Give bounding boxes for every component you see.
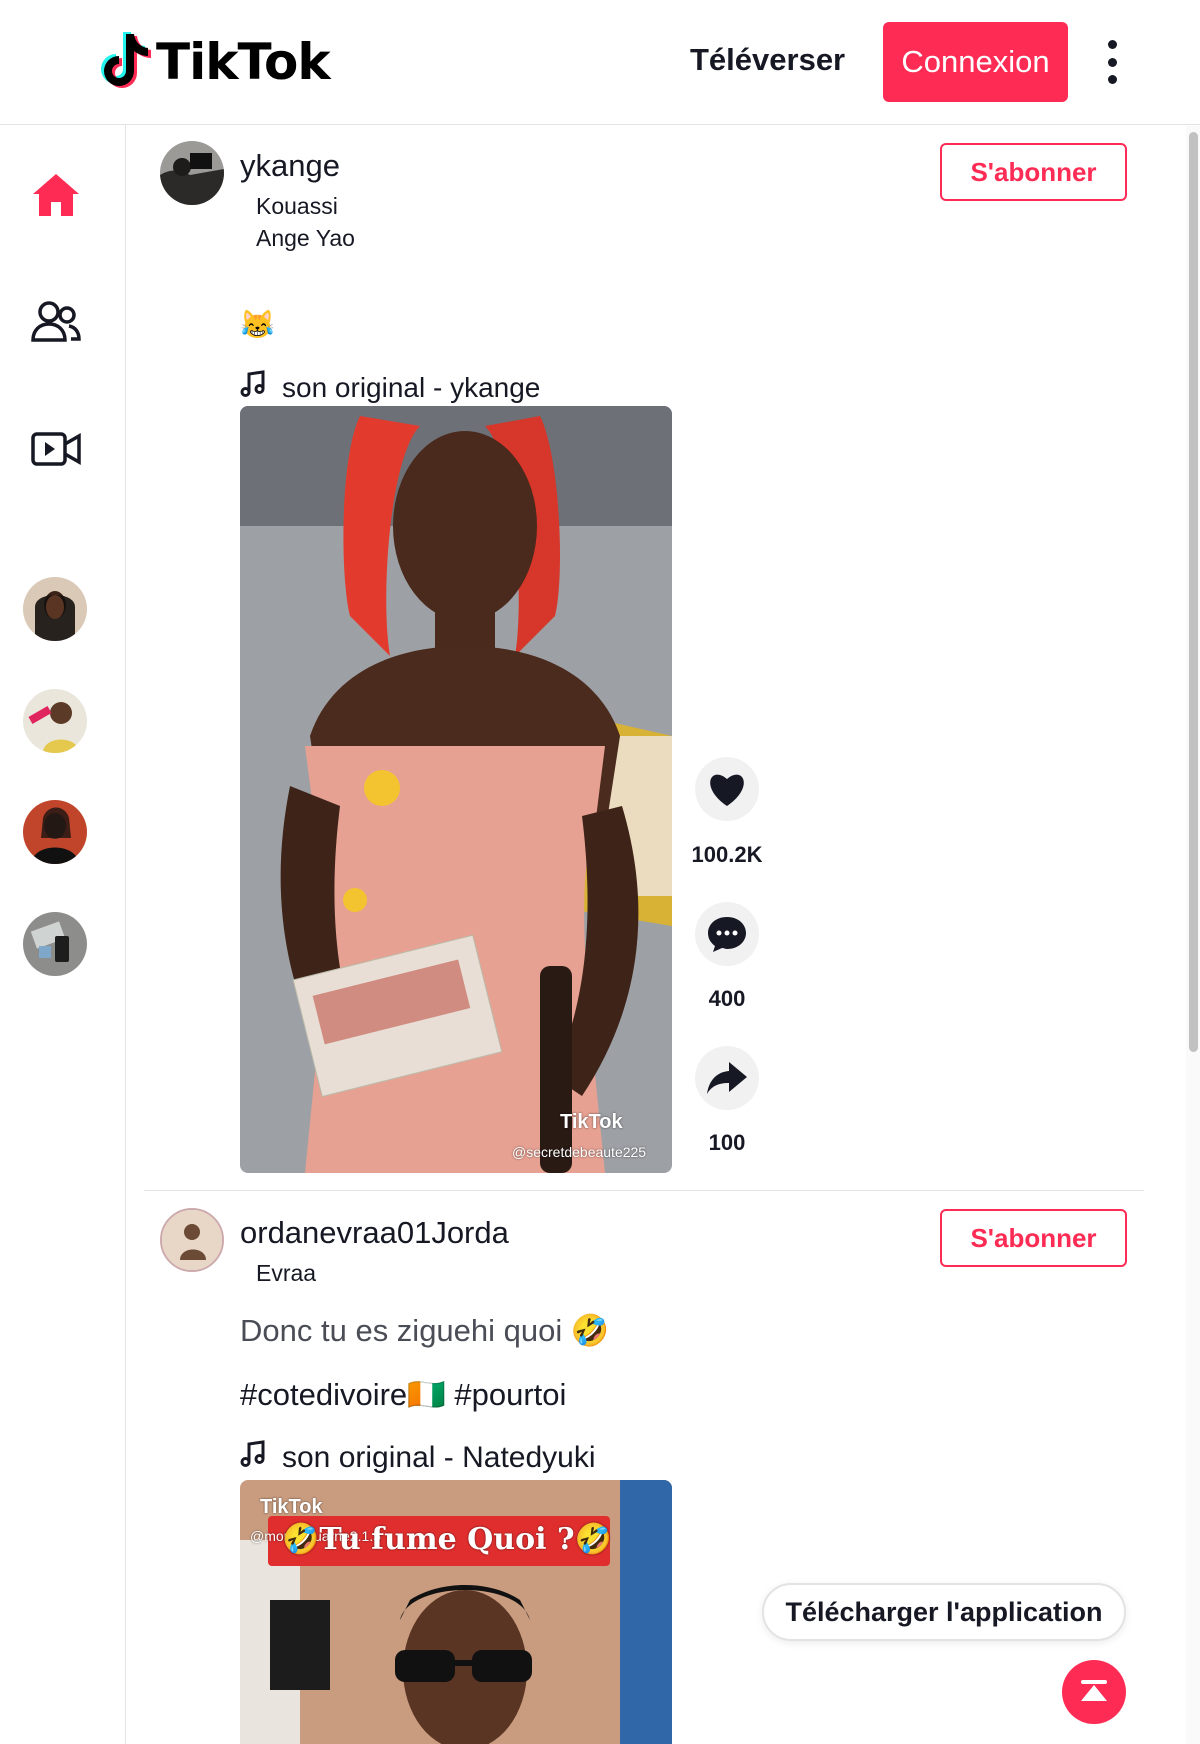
post-caption: Donc tu es ziguehi quoi 🤣: [240, 1313, 610, 1348]
back-to-top-icon[interactable]: [1062, 1660, 1126, 1724]
heart-icon: [710, 774, 744, 806]
suggested-account-avatar[interactable]: [23, 800, 87, 864]
post-username[interactable]: ykange: [240, 148, 340, 184]
following-icon[interactable]: [26, 292, 86, 352]
suggested-account-avatar[interactable]: [23, 577, 87, 641]
post-video[interactable]: TikTok @moreikouarne2.1.5 🤣Tu fume Quoi …: [240, 1480, 672, 1744]
upload-link[interactable]: Téléverser: [690, 42, 845, 78]
post-music[interactable]: son original - ykange: [240, 370, 540, 405]
more-vertical-icon[interactable]: [1108, 40, 1117, 84]
feed-scrollbar[interactable]: [1186, 126, 1200, 1744]
video-overlay-text: 🤣Tu fume Quoi ?🤣: [282, 1522, 612, 1557]
follow-button[interactable]: S'abonner: [940, 1209, 1127, 1267]
follow-button[interactable]: S'abonner: [940, 143, 1127, 201]
logo-wordmark: TikTok: [156, 33, 331, 91]
download-app-button[interactable]: Télécharger l'application: [762, 1583, 1126, 1641]
comment-icon: [708, 917, 746, 952]
watermark-brand: TikTok: [560, 1111, 623, 1133]
home-icon[interactable]: [26, 165, 86, 225]
music-note-icon: [240, 1440, 266, 1476]
like-count: 100.2K: [691, 842, 763, 867]
post-nickname: Kouassi Ange Yao: [256, 193, 355, 251]
music-title: son original - Natedyuki: [282, 1441, 596, 1474]
watermark-handle: @secretdebeaute225: [512, 1144, 647, 1160]
post-author-avatar[interactable]: [160, 141, 224, 205]
login-button[interactable]: Connexion: [883, 22, 1068, 102]
suggested-account-avatar[interactable]: [23, 912, 87, 976]
live-icon[interactable]: [26, 419, 86, 479]
top-navbar: TikTok Téléverser Connexion: [0, 0, 1200, 125]
post-music[interactable]: son original - Natedyuki: [240, 1440, 596, 1476]
post-divider: [144, 1190, 1144, 1191]
suggested-account-avatar[interactable]: [23, 689, 87, 753]
post-username[interactable]: ordanevraa01Jorda: [240, 1215, 509, 1251]
tiktok-note-icon: [96, 30, 152, 94]
comment-button[interactable]: [695, 902, 759, 966]
scroll-thumb[interactable]: [1189, 132, 1198, 1052]
post-nickname: Evraa: [256, 1260, 317, 1286]
post-video[interactable]: TikTok @secretdebeaute225: [240, 406, 672, 1173]
music-note-icon: [240, 370, 266, 405]
post-caption: 😹: [240, 309, 275, 340]
post-hashtags[interactable]: #cotedivoire🇨🇮 #pourtoi: [240, 1376, 566, 1413]
music-title: son original - ykange: [282, 371, 541, 403]
tiktok-logo[interactable]: TikTok: [96, 30, 331, 94]
share-button[interactable]: [695, 1046, 759, 1110]
watermark-brand: TikTok: [260, 1496, 323, 1518]
left-sidebar: [0, 125, 126, 1744]
comment-count: 400: [708, 986, 746, 1011]
share-icon: [707, 1062, 747, 1094]
like-button[interactable]: [695, 757, 759, 821]
share-count: 100: [708, 1130, 746, 1155]
post-author-avatar[interactable]: [160, 1208, 224, 1272]
